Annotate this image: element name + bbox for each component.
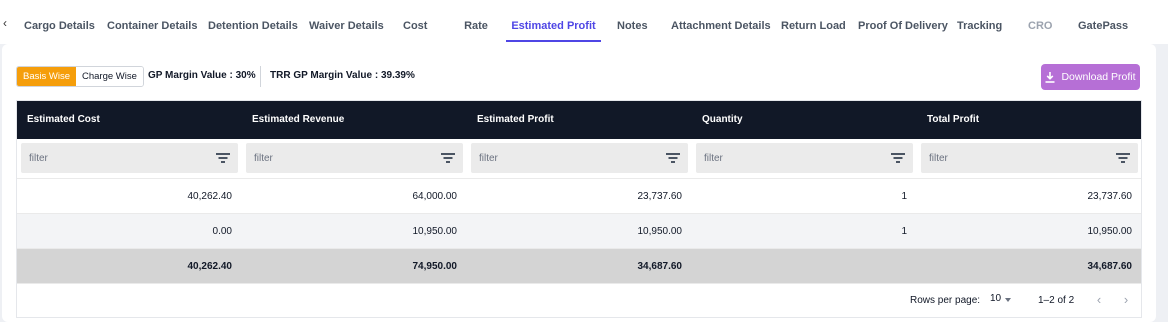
- tab-estimated-profit[interactable]: Estimated Profit: [506, 0, 601, 44]
- column-header-quantity[interactable]: Quantity: [692, 101, 743, 139]
- tab-cost[interactable]: Cost: [403, 0, 427, 44]
- estimated-revenue-cell: 10,950.00: [412, 226, 458, 237]
- tab-gatepass[interactable]: GatePass: [1078, 0, 1128, 44]
- chevron-right-icon[interactable]: ›: [1119, 292, 1133, 308]
- estimated-profit-cell: 23,737.60: [637, 191, 683, 202]
- total-total-profit: 34,687.60: [1087, 261, 1133, 272]
- estimated-profit-filter: [471, 143, 688, 173]
- rows-per-page-select[interactable]: 10: [990, 293, 1001, 304]
- tab-tracking[interactable]: Tracking: [957, 0, 1002, 44]
- quantity-cell: 1: [901, 226, 907, 237]
- table-row[interactable]: 0.00 10,950.00 10,950.00 1 10,950.00: [17, 213, 1141, 248]
- tab-attachment-details[interactable]: Attachment Details: [671, 0, 771, 44]
- estimated-cost-cell: 40,262.40: [187, 191, 233, 202]
- estimated-profit-cell: 10,950.00: [637, 226, 683, 237]
- download-profit-label: Download Profit: [1061, 71, 1136, 83]
- column-header-estimated-profit[interactable]: Estimated Profit: [467, 101, 554, 139]
- filter-icon[interactable]: [216, 153, 230, 163]
- tab-container-details[interactable]: Container Details: [107, 0, 197, 44]
- chevron-left-icon[interactable]: ‹: [1092, 292, 1106, 308]
- filter-row: [17, 139, 1141, 178]
- quantity-filter-input[interactable]: [696, 143, 913, 173]
- total-profit-filter: [921, 143, 1138, 173]
- estimated-cost-cell: 0.00: [212, 226, 232, 237]
- total-profit-filter-input[interactable]: [921, 143, 1138, 173]
- pagination: Rows per page: 10 1–2 of 2 ‹ ›: [17, 283, 1141, 317]
- trr-gp-margin-value: TRR GP Margin Value : 39.39%: [270, 70, 415, 81]
- quantity-filter: [696, 143, 913, 173]
- estimated-cost-filter-input[interactable]: [21, 143, 238, 173]
- tab-proof-of-delivery[interactable]: Proof Of Delivery: [858, 0, 948, 44]
- tab-return-load[interactable]: Return Load: [781, 0, 846, 44]
- quantity-cell: 1: [901, 191, 907, 202]
- estimated-revenue-filter-input[interactable]: [246, 143, 463, 173]
- caret-down-icon[interactable]: [1005, 298, 1011, 302]
- column-header-total-profit[interactable]: Total Profit: [917, 101, 979, 139]
- filter-icon[interactable]: [1116, 153, 1130, 163]
- total-quantity: [692, 249, 907, 284]
- table-header: Estimated Cost Estimated Revenue Estimat…: [17, 101, 1141, 139]
- rows-per-page-label: Rows per page:: [910, 295, 981, 306]
- filter-icon[interactable]: [441, 153, 455, 163]
- total-profit-cell: 23,737.60: [1087, 191, 1133, 202]
- tab-cargo-details[interactable]: Cargo Details: [24, 0, 95, 44]
- tab-bar: ‹ Cargo Details Container Details Detent…: [0, 0, 1168, 44]
- filter-icon[interactable]: [666, 153, 680, 163]
- estimated-revenue-cell: 64,000.00: [412, 191, 458, 202]
- table-row[interactable]: 40,262.40 64,000.00 23,737.60 1 23,737.6…: [17, 178, 1141, 213]
- column-header-estimated-cost[interactable]: Estimated Cost: [17, 101, 100, 139]
- total-estimated-revenue: 74,950.00: [412, 261, 458, 272]
- estimated-profit-table: Estimated Cost Estimated Revenue Estimat…: [16, 100, 1142, 318]
- estimated-cost-filter: [21, 143, 238, 173]
- chevron-left-icon[interactable]: ‹: [3, 16, 13, 30]
- pagination-range: 1–2 of 2: [1038, 295, 1075, 306]
- total-estimated-profit: 34,687.60: [637, 261, 683, 272]
- filter-icon[interactable]: [891, 153, 905, 163]
- tab-notes[interactable]: Notes: [617, 0, 648, 44]
- estimated-profit-filter-input[interactable]: [471, 143, 688, 173]
- gp-margin-value: GP Margin Value : 30%: [148, 70, 256, 81]
- charge-wise-button[interactable]: Charge Wise: [75, 67, 143, 86]
- tab-cro[interactable]: CRO: [1028, 0, 1052, 44]
- estimated-revenue-filter: [246, 143, 463, 173]
- tab-detention-details[interactable]: Detention Details: [208, 0, 298, 44]
- tab-rate[interactable]: Rate: [464, 0, 488, 44]
- estimated-profit-panel: Basis Wise Charge Wise GP Margin Value :…: [2, 44, 1156, 322]
- table-totals-row: 40,262.40 74,950.00 34,687.60 34,687.60: [17, 248, 1141, 283]
- tab-waiver-details[interactable]: Waiver Details: [309, 0, 384, 44]
- download-icon: [1045, 71, 1055, 83]
- total-profit-cell: 10,950.00: [1087, 226, 1133, 237]
- download-profit-button[interactable]: Download Profit: [1041, 64, 1140, 90]
- column-header-estimated-revenue[interactable]: Estimated Revenue: [242, 101, 344, 139]
- basis-wise-button[interactable]: Basis Wise: [17, 67, 76, 86]
- total-estimated-cost: 40,262.40: [187, 261, 233, 272]
- view-mode-toggle: Basis Wise Charge Wise: [16, 66, 144, 87]
- divider: [260, 66, 261, 87]
